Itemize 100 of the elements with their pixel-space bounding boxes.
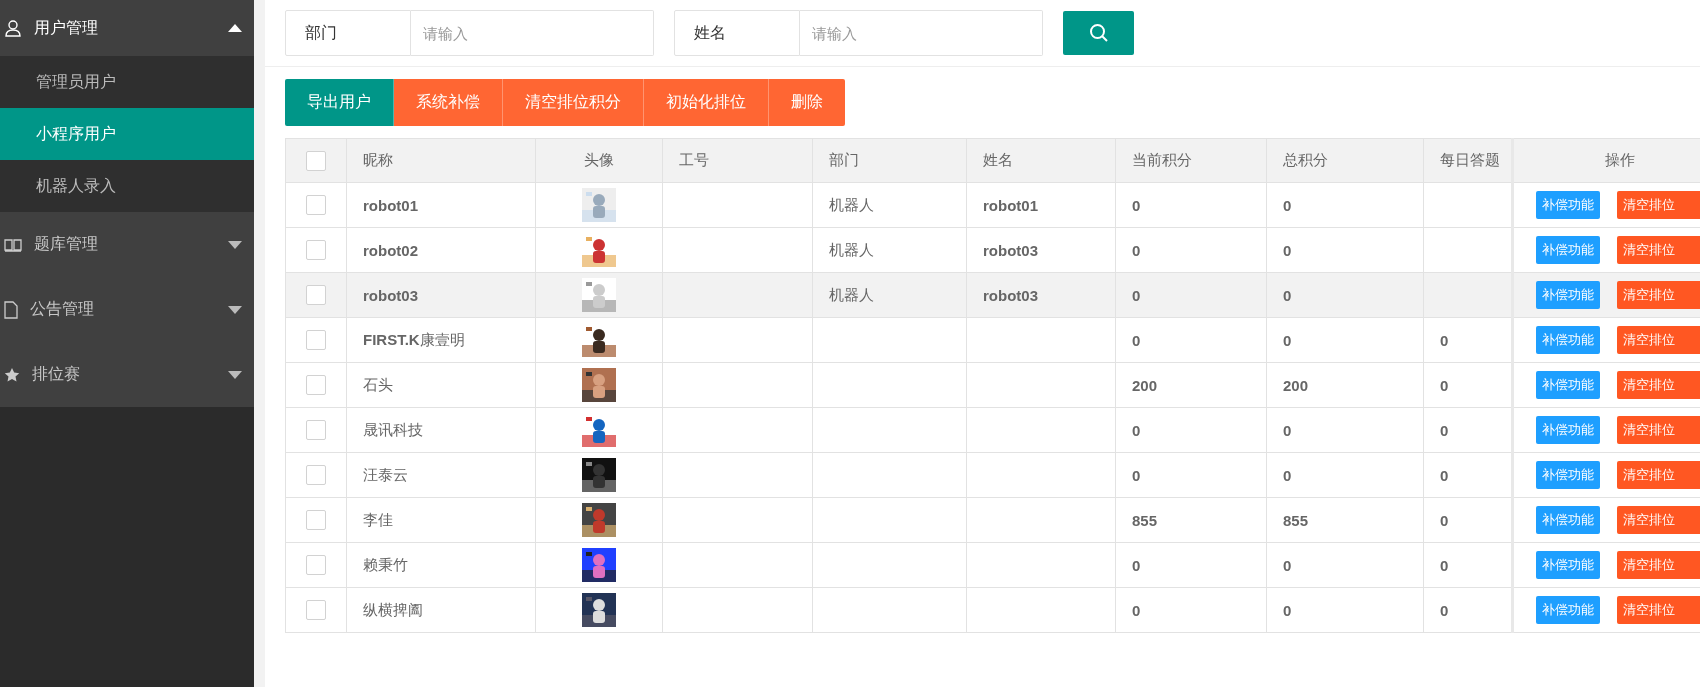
table-cell: robot03: [966, 272, 1116, 318]
sidebar-group-label: 排位赛: [32, 364, 81, 384]
compensate-button[interactable]: 补偿功能: [1536, 596, 1600, 624]
column-header: 每日答题: [1423, 138, 1513, 183]
row-checkbox[interactable]: [306, 285, 326, 305]
field-label: 部门: [285, 10, 411, 56]
search-button[interactable]: [1063, 11, 1134, 55]
clear-button[interactable]: 清空排位: [1617, 281, 1700, 309]
compensate-button[interactable]: 补偿功能: [1536, 551, 1600, 579]
column-header: 工号: [662, 138, 813, 183]
compensate-button[interactable]: 补偿功能: [1536, 416, 1600, 444]
table-cell: robot01: [346, 182, 536, 228]
search-field[interactable]: 请输入: [800, 10, 1043, 56]
sidebar-group[interactable]: 题库管理: [0, 212, 254, 277]
compensate-button[interactable]: 补偿功能: [1536, 461, 1600, 489]
search-icon: [1088, 23, 1109, 43]
table-cell: 0: [1266, 542, 1424, 588]
clear-button[interactable]: 清空排位: [1617, 416, 1700, 444]
select-all-checkbox[interactable]: [306, 150, 326, 171]
row-checkbox[interactable]: [306, 510, 326, 530]
column-header: 头像: [535, 138, 663, 183]
table-cell: 李佳: [346, 497, 536, 543]
sidebar-group-label: 公告管理: [30, 299, 95, 319]
table-cell: 0: [1115, 407, 1267, 453]
table-cell: 0: [1115, 182, 1267, 228]
table-cell: 0: [1266, 317, 1424, 363]
table-cell: robot02: [346, 227, 536, 273]
table-cell: robot01: [966, 182, 1116, 228]
table-cell: 0: [1266, 587, 1424, 633]
table-cell: 0: [1266, 407, 1424, 453]
table-cell: 晟讯科技: [346, 407, 536, 453]
column-header: 总积分: [1266, 138, 1424, 183]
sidebar-item[interactable]: 管理员用户: [0, 56, 254, 108]
table-cell: 0: [1115, 542, 1267, 588]
row-checkbox[interactable]: [306, 240, 326, 260]
sidebar-group[interactable]: 用户管理: [0, 0, 254, 56]
table-cell: 200: [1115, 362, 1267, 408]
toolbar-button[interactable]: 导出用户: [285, 79, 394, 126]
row-checkbox[interactable]: [306, 420, 326, 440]
column-header: 当前积分: [1115, 138, 1267, 183]
table-cell: 855: [1266, 497, 1424, 543]
clear-button[interactable]: 清空排位: [1617, 371, 1700, 399]
compensate-button[interactable]: 补偿功能: [1536, 506, 1600, 534]
compensate-button[interactable]: 补偿功能: [1536, 191, 1600, 219]
compensate-button[interactable]: 补偿功能: [1536, 326, 1600, 354]
sidebar-item[interactable]: 机器人录入: [0, 160, 254, 212]
table-cell: FIRST.K康壹明: [346, 317, 536, 363]
row-checkbox[interactable]: [306, 375, 326, 395]
compensate-button[interactable]: 补偿功能: [1536, 236, 1600, 264]
table-cell: 0: [1266, 227, 1424, 273]
field-label: 姓名: [674, 10, 800, 56]
table-cell: 0: [1266, 452, 1424, 498]
row-checkbox[interactable]: [306, 555, 326, 575]
document-icon: [4, 300, 18, 319]
table-cell: 石头: [346, 362, 536, 408]
toolbar-button[interactable]: 系统补偿: [394, 79, 503, 126]
sidebar-group-label: 题库管理: [34, 234, 99, 254]
table-cell: robot03: [966, 227, 1116, 273]
clear-button[interactable]: 清空排位: [1617, 191, 1700, 219]
table-cell: 0: [1115, 227, 1267, 273]
clear-button[interactable]: 清空排位: [1617, 326, 1700, 354]
clear-button[interactable]: 清空排位: [1617, 236, 1700, 264]
table-cell: 0: [1115, 317, 1267, 363]
compensate-button[interactable]: 补偿功能: [1536, 281, 1600, 309]
table-cell: 赖秉竹: [346, 542, 536, 588]
row-checkbox[interactable]: [306, 600, 326, 620]
table-cell: 机器人: [812, 272, 967, 318]
clear-button[interactable]: 清空排位: [1617, 461, 1700, 489]
row-checkbox[interactable]: [306, 330, 326, 350]
table-cell: 纵横捭阖: [346, 587, 536, 633]
sidebar-group[interactable]: 公告管理: [0, 277, 254, 342]
table-cell: robot03: [346, 272, 536, 318]
column-header: 姓名: [966, 138, 1116, 183]
row-checkbox[interactable]: [306, 465, 326, 485]
clear-button[interactable]: 清空排位: [1617, 596, 1700, 624]
sidebar-group-label: 用户管理: [34, 17, 99, 38]
table-cell: 0: [1115, 272, 1267, 318]
table-cell: 0: [1266, 182, 1424, 228]
table-cell: 0: [1115, 452, 1267, 498]
sidebar-item[interactable]: 小程序用户: [0, 108, 254, 160]
user-icon: [4, 19, 22, 37]
toolbar-button[interactable]: 删除: [769, 79, 845, 126]
sidebar-group[interactable]: 排位赛: [0, 342, 254, 407]
column-header: 部门: [812, 138, 967, 183]
column-header: 操作: [1512, 138, 1700, 183]
search-field[interactable]: 请输入: [411, 10, 654, 56]
table-cell: 200: [1266, 362, 1424, 408]
toolbar-button[interactable]: 清空排位积分: [503, 79, 644, 126]
clear-button[interactable]: 清空排位: [1617, 551, 1700, 579]
compensate-button[interactable]: 补偿功能: [1536, 371, 1600, 399]
table-cell: 汪泰云: [346, 452, 536, 498]
star-icon: [4, 366, 20, 383]
table-cell: 0: [1266, 272, 1424, 318]
table-cell: 0: [1115, 587, 1267, 633]
book-icon: [4, 237, 22, 252]
clear-button[interactable]: 清空排位: [1617, 506, 1700, 534]
table-cell: 机器人: [812, 227, 967, 273]
row-checkbox[interactable]: [306, 195, 326, 215]
column-header: 昵称: [346, 138, 536, 183]
toolbar-button[interactable]: 初始化排位: [644, 79, 769, 126]
